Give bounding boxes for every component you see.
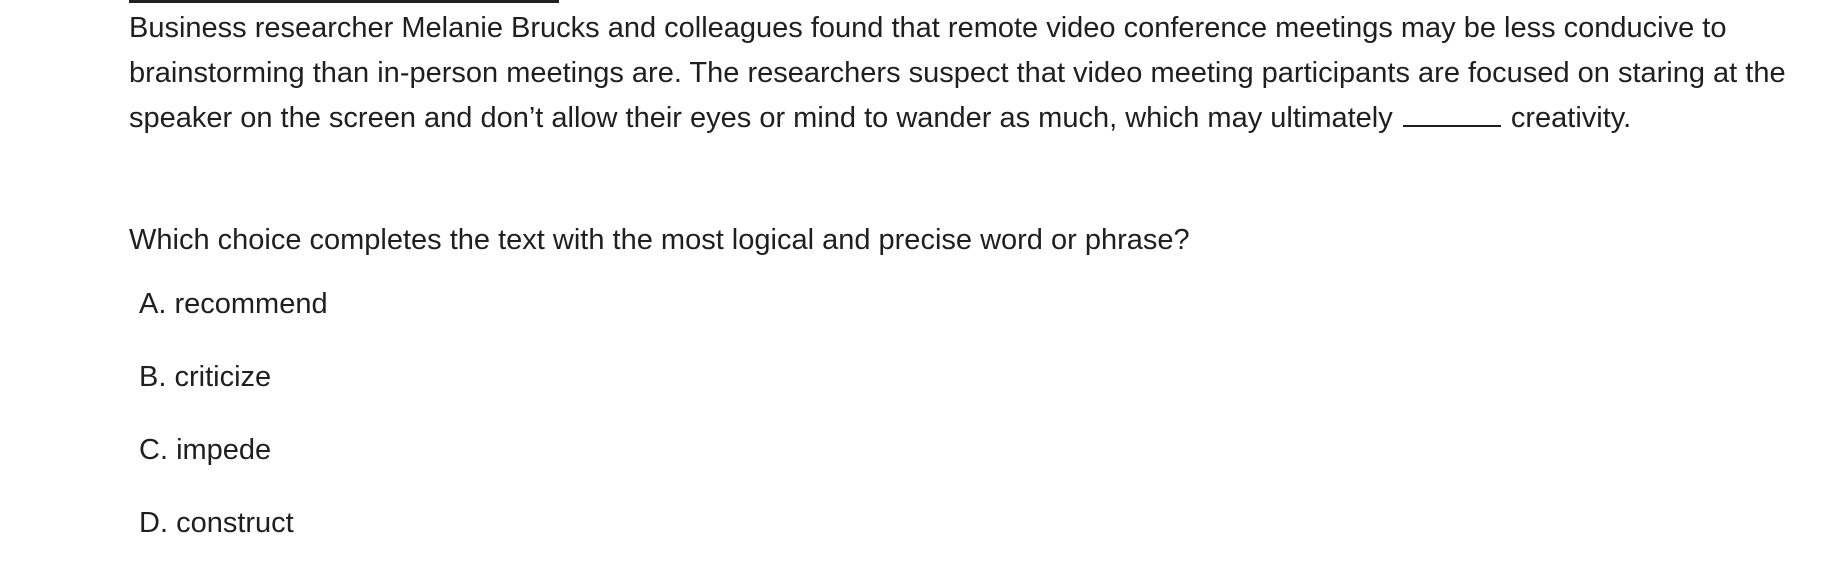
choice-c-text: impede [176, 434, 272, 466]
passage-after-blank: creativity. [1510, 102, 1632, 134]
choice-b[interactable]: B. criticize [139, 355, 328, 428]
choice-d-text: construct [176, 507, 294, 539]
choice-a-text: recommend [174, 288, 328, 320]
passage-text: Business researcher Melanie Brucks and c… [129, 6, 1809, 141]
choice-c[interactable]: C. impede [139, 428, 328, 501]
choice-b-text: criticize [174, 361, 272, 393]
choice-b-letter: B. [139, 361, 167, 393]
fill-in-blank [1402, 101, 1501, 127]
top-divider [129, 0, 559, 3]
choice-c-letter: C. [139, 434, 168, 466]
answer-choices: A. recommend B. criticize C. impede D. c… [139, 282, 328, 574]
choice-a-letter: A. [139, 288, 167, 320]
question-prompt: Which choice completes the text with the… [129, 224, 1190, 256]
choice-d[interactable]: D. construct [139, 501, 328, 574]
choice-a[interactable]: A. recommend [139, 282, 328, 355]
choice-d-letter: D. [139, 507, 168, 539]
